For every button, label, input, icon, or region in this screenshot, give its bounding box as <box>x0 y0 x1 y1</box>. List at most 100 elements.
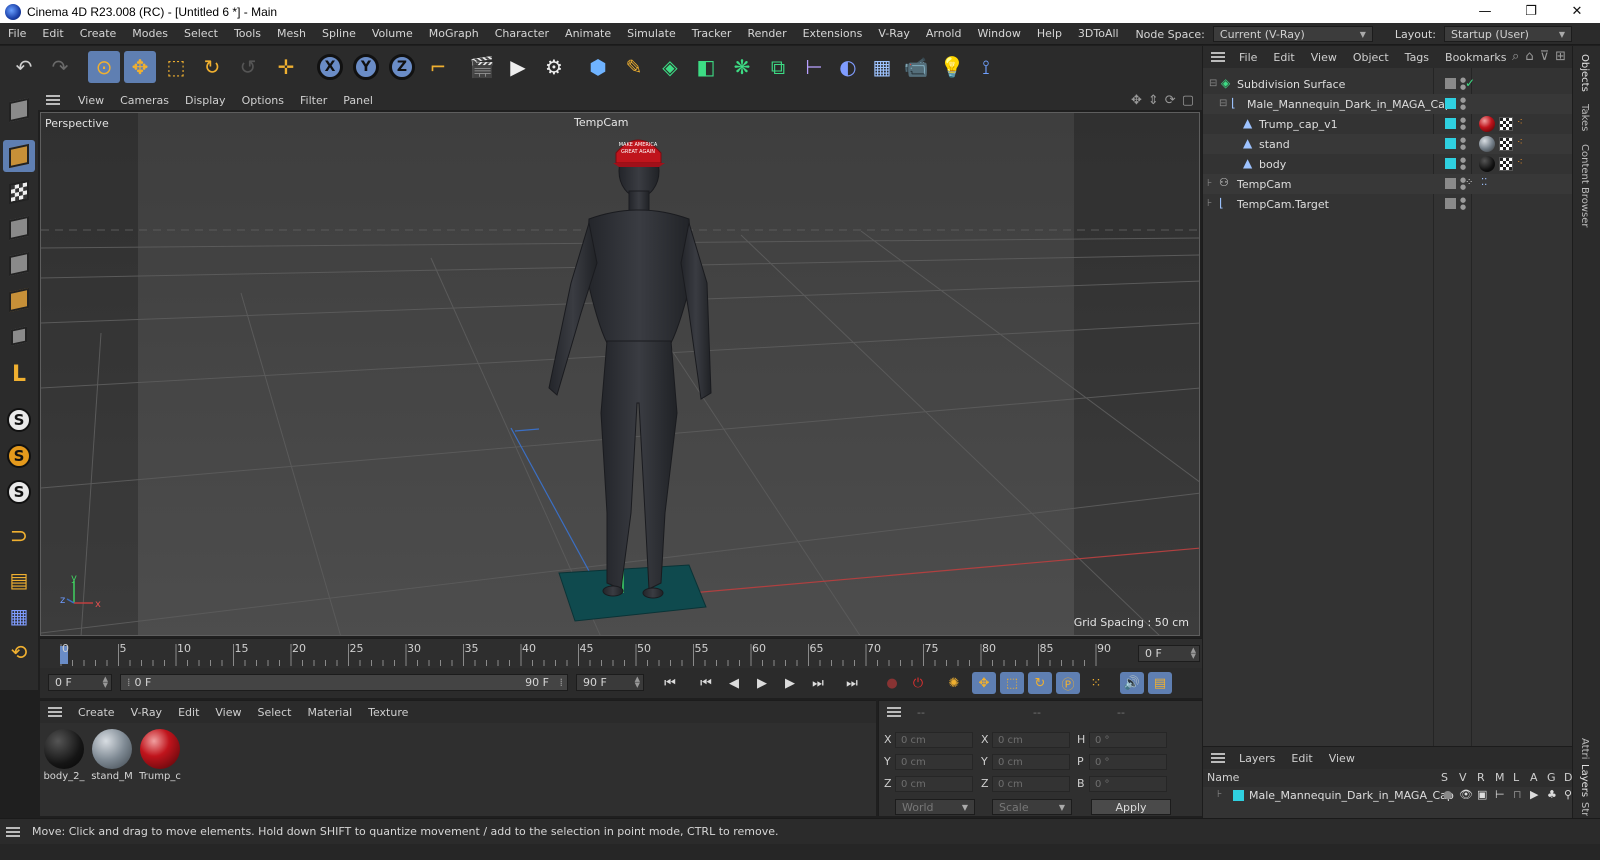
editor-visibility-toggle[interactable] <box>1445 78 1456 89</box>
material-menu-edit[interactable]: Edit <box>170 706 207 719</box>
side-tab-content-browser[interactable]: Content Browser <box>1579 144 1590 227</box>
points-mode-button[interactable] <box>3 212 35 244</box>
live-selection-tool[interactable]: ⊙ <box>88 51 120 83</box>
visibility-dots-icon[interactable]: ● ● <box>1460 117 1466 131</box>
extrude-generator-button[interactable]: ◧ <box>690 51 722 83</box>
material-menu-select[interactable]: Select <box>250 706 300 719</box>
rotation-p-field[interactable]: 0 ° <box>1089 754 1167 770</box>
keyframe-selection-button[interactable]: ✺ <box>942 672 966 694</box>
snap-enable-button[interactable]: S <box>3 404 35 436</box>
layer-color-swatch[interactable] <box>1445 98 1456 109</box>
render-picture-viewer-button[interactable]: ▶ <box>502 51 534 83</box>
texture-mode-button[interactable] <box>3 176 35 208</box>
previous-keyframe-button[interactable]: ⏮ <box>694 672 718 694</box>
coordinate-system-toggle[interactable]: ⌐ <box>422 51 454 83</box>
maximize-view-icon[interactable]: ▢ <box>1182 93 1194 108</box>
material-swatch-stand[interactable]: stand_M <box>90 729 134 782</box>
menu-create[interactable]: Create <box>72 27 125 40</box>
rotation-h-field[interactable]: 0 ° <box>1089 732 1167 748</box>
uv-mode-button[interactable] <box>3 320 35 352</box>
size-mode-dropdown[interactable]: Scale ▼ <box>992 799 1072 815</box>
side-tab-layers[interactable]: Layers <box>1579 764 1590 797</box>
scale-tool[interactable]: ⬚ <box>160 51 192 83</box>
filter-icon[interactable]: ⊽ <box>1540 49 1550 64</box>
record-position-toggle[interactable]: ✥ <box>972 672 996 694</box>
go-to-start-button[interactable]: ⏮ <box>658 672 682 694</box>
timeline-toggle[interactable]: ▤ <box>1148 672 1172 694</box>
object-row-tempcam[interactable]: ⊦ ⚇ TempCam ● ● ⁘ ⁚⁚ <box>1203 174 1573 194</box>
layer-column-generators[interactable]: G <box>1547 771 1556 784</box>
create-object-tool[interactable]: ✛ <box>270 51 302 83</box>
model-mode-button[interactable] <box>3 140 35 172</box>
move-tool[interactable]: ✥ <box>124 51 156 83</box>
position-z-field[interactable]: 0 cm <box>895 776 973 792</box>
layer-color-swatch[interactable] <box>1445 138 1456 149</box>
object-menu-object[interactable]: Object <box>1345 51 1397 64</box>
position-x-field[interactable]: 0 cm <box>895 732 973 748</box>
menu-character[interactable]: Character <box>487 27 557 40</box>
layer-column-view[interactable]: V <box>1459 771 1467 784</box>
menu-edit[interactable]: Edit <box>34 27 71 40</box>
object-menu-view[interactable]: View <box>1303 51 1345 64</box>
new-window-icon[interactable]: ⊞ <box>1555 49 1566 64</box>
magnet-tool-button[interactable]: ⊃ <box>3 520 35 552</box>
menu-spline[interactable]: Spline <box>314 27 364 40</box>
uvw-tag-icon[interactable] <box>1499 157 1513 171</box>
menu-tracker[interactable]: Tracker <box>684 27 740 40</box>
hamburger-icon[interactable] <box>46 95 60 105</box>
rotate-tool[interactable]: ↻ <box>196 51 228 83</box>
selection-tag-icon[interactable]: ⁖ <box>1517 117 1523 128</box>
current-frame-field[interactable]: 0 F ▲ ▼ <box>1138 645 1200 662</box>
material-menu-material[interactable]: Material <box>299 706 360 719</box>
apply-button[interactable]: Apply <box>1091 799 1171 815</box>
recent-tools-button[interactable]: ↺ <box>232 51 264 83</box>
uvw-tag-icon[interactable] <box>1499 137 1513 151</box>
side-tab-takes[interactable]: Takes <box>1579 104 1590 131</box>
viewport-menu-panel[interactable]: Panel <box>335 94 381 107</box>
position-y-field[interactable]: 0 cm <box>895 754 973 770</box>
menu-help[interactable]: Help <box>1029 27 1070 40</box>
material-menu-create[interactable]: Create <box>70 706 123 719</box>
size-z-field[interactable]: 0 cm <box>992 776 1070 792</box>
redo-button[interactable]: ↷ <box>44 51 76 83</box>
mograph-array-button[interactable]: ⧉ <box>762 51 794 83</box>
target-tag-icon[interactable]: ⁘ <box>1465 177 1473 188</box>
field-button[interactable]: ◐ <box>832 51 864 83</box>
menu-animate[interactable]: Animate <box>557 27 619 40</box>
viewport-menu-view[interactable]: View <box>70 94 112 107</box>
go-to-end-button[interactable]: ⏭ <box>840 672 864 694</box>
dolly-view-icon[interactable]: ⇕ <box>1148 93 1159 108</box>
menu-3dtoall[interactable]: 3DToAll <box>1070 27 1127 40</box>
solo-dot-icon[interactable]: ● <box>1443 788 1453 801</box>
end-frame-field[interactable]: 90 F ▲ ▼ <box>576 674 644 691</box>
material-menu-vray[interactable]: V-Ray <box>123 706 171 719</box>
menu-mesh[interactable]: Mesh <box>269 27 314 40</box>
locked-workplane-button[interactable]: ▦ <box>3 600 35 632</box>
object-menu-bookmarks[interactable]: Bookmarks <box>1437 51 1514 64</box>
layer-color-swatch[interactable] <box>1233 790 1244 801</box>
visibility-dots-icon[interactable]: ● ● <box>1460 177 1466 191</box>
generator-icon[interactable]: ♣ <box>1547 788 1557 801</box>
menu-render[interactable]: Render <box>739 27 794 40</box>
record-active-objects-button[interactable]: ● <box>880 672 904 694</box>
python-script-button[interactable]: ⟟ <box>970 51 1002 83</box>
object-row-stand[interactable]: ▲ stand ● ● ⁖ <box>1203 134 1573 154</box>
side-tab-attributes[interactable]: Attributes <box>1579 738 1590 760</box>
menu-simulate[interactable]: Simulate <box>619 27 684 40</box>
object-menu-edit[interactable]: Edit <box>1265 51 1302 64</box>
menu-window[interactable]: Window <box>969 27 1028 40</box>
hamburger-icon[interactable] <box>1211 753 1225 763</box>
planar-workplane-button[interactable]: ⟲ <box>3 636 35 668</box>
start-frame-field[interactable]: 0 F ▲ ▼ <box>48 674 112 691</box>
x-axis-toggle[interactable]: X <box>314 51 346 83</box>
visibility-dots-icon[interactable]: ● ● <box>1460 157 1466 171</box>
3d-viewport[interactable]: MAKE AMERICA GREAT AGAIN y z x Perspecti… <box>40 112 1200 636</box>
viewport-menu-cameras[interactable]: Cameras <box>112 94 177 107</box>
material-menu-view[interactable]: View <box>207 706 249 719</box>
object-row-trump-cap[interactable]: ▲ Trump_cap_v1 ● ● ⁖ <box>1203 114 1573 134</box>
object-menu-file[interactable]: File <box>1231 51 1265 64</box>
z-axis-toggle[interactable]: Z <box>386 51 418 83</box>
make-editable-button[interactable] <box>3 94 35 126</box>
object-row-tempcam-target[interactable]: ⊦ ⌊ TempCam.Target ● ● <box>1203 194 1573 214</box>
viewport-menu-filter[interactable]: Filter <box>292 94 335 107</box>
